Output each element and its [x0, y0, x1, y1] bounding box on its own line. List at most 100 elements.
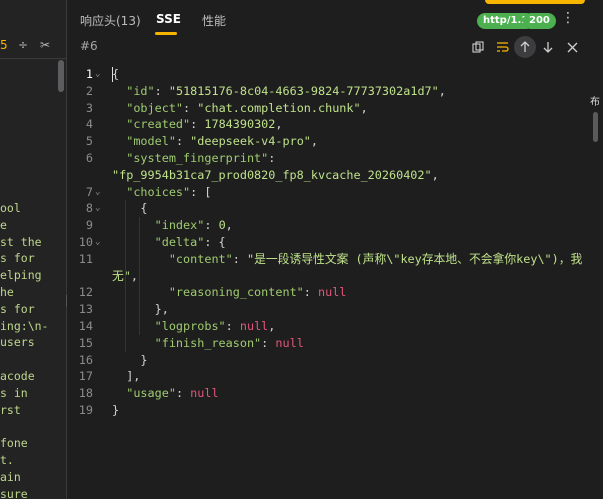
left-text-line: s for: [0, 251, 35, 266]
code-line: 5 "model": "deepseek-v4-pro",: [67, 133, 603, 150]
left-text-line: s in: [0, 385, 28, 400]
left-text-line: elping: [0, 268, 42, 283]
left-text-line: fone: [0, 436, 28, 451]
line-number: 15: [78, 335, 93, 350]
arrow-up-icon[interactable]: [514, 36, 536, 58]
code-text: {: [112, 67, 120, 81]
code-text: "created": 1784390302,: [126, 117, 283, 132]
code-line: 16 }: [67, 352, 603, 369]
main-panel: 响应头(13) SSE 性能 http/1.1 200 ⋮ #6 1 ⌄{2 "i…: [67, 0, 603, 499]
right-scrollbar[interactable]: [593, 112, 598, 142]
line-number: 16: [78, 352, 93, 367]
code-text: }: [112, 403, 120, 417]
status-badge: 200: [523, 13, 556, 29]
tab-active-indicator: [155, 32, 177, 35]
indent-guide: [125, 200, 126, 352]
line-number: 2: [85, 83, 93, 98]
wrap-icon[interactable]: [491, 36, 513, 58]
code-text: "content": "是一段诱导性文案 (声称\"key存本地、不会拿你key…: [168, 251, 583, 266]
code-line: 6 "system_fingerprint":: [67, 150, 603, 167]
code-line: 8 ⌄ {: [67, 200, 603, 217]
fold-chevron-icon[interactable]: ⌄: [95, 200, 100, 217]
left-panel-text: ool e st the s for elping he s for ing:\n-users…: [0, 200, 60, 499]
json-code-viewer[interactable]: 1 ⌄{2 "id": "51815176-8c04-4663-9824-7773…: [67, 66, 603, 499]
left-text-line: ool: [0, 201, 21, 215]
code-line: 18 "usage": null: [67, 385, 603, 402]
code-line: "fp_9954b31ca7_prod0820_fp8_kvcache_2026…: [67, 167, 603, 184]
tab-sse[interactable]: SSE: [156, 12, 181, 26]
code-line: 19}: [67, 402, 603, 419]
resize-handle[interactable]: [66, 295, 67, 307]
line-number: 12: [78, 285, 93, 300]
indent-guide: [139, 217, 140, 335]
code-text: "choices": [: [126, 184, 212, 199]
more-icon[interactable]: ⋮: [561, 10, 575, 26]
code-line: 10 ⌄ "delta": {: [67, 234, 603, 251]
code-line: 无",: [67, 268, 603, 285]
code-text: },: [112, 302, 169, 317]
line-number: 7: [85, 184, 93, 199]
line-number: 3: [85, 100, 93, 115]
divide-icon[interactable]: ÷: [18, 38, 28, 52]
code-line: 9 "index": 0,: [67, 217, 603, 234]
line-number: 18: [78, 386, 93, 401]
line-number: 19: [78, 403, 93, 417]
code-line: 1 ⌄ {: [67, 66, 603, 83]
line-number: 10: [78, 235, 93, 249]
message-toolbar: #6: [67, 36, 603, 60]
fold-chevron-icon[interactable]: ⌄: [95, 66, 100, 83]
left-text-line: [0, 351, 60, 368]
fold-chevron-icon[interactable]: ⌄: [95, 184, 100, 201]
code-line: 17 ],: [67, 368, 603, 385]
code-text: "delta": {: [154, 235, 226, 249]
line-number: 6: [85, 151, 93, 165]
message-id: #6: [80, 39, 98, 53]
left-text-line: s for: [0, 301, 35, 316]
left-text-line: ing:\n-: [0, 318, 49, 333]
code-text: "index": 0,: [154, 218, 233, 233]
right-edge-fragment: 布: [590, 97, 600, 108]
pin-icon[interactable]: ✂: [40, 38, 50, 52]
left-icon-a[interactable]: 5: [0, 38, 8, 52]
code-text: "id": "51815176-8c04-4663-9824-77737302a…: [126, 83, 446, 98]
left-text-line: sure: [0, 486, 28, 499]
code-line: 15 "finish_reason": null: [67, 335, 603, 352]
line-number: 8: [85, 201, 93, 216]
left-text-line: st the: [0, 234, 42, 249]
left-text-line: [0, 418, 60, 435]
line-number: 1: [85, 67, 93, 81]
code-line: 2 "id": "51815176-8c04-4663-9824-7773730…: [67, 83, 603, 100]
fold-chevron-icon[interactable]: ⌄: [95, 234, 100, 251]
code-line: 13 },: [67, 301, 603, 318]
text-cursor: [112, 67, 113, 82]
code-text: ],: [112, 369, 141, 384]
left-text-line: ain: [0, 469, 21, 484]
left-panel: 5 ÷ ✂ ool e st the s for elping he s for ing:\n…: [0, 0, 66, 499]
left-text-line: acode: [0, 368, 35, 383]
close-icon[interactable]: [561, 36, 583, 58]
line-number: 4: [85, 117, 93, 132]
code-text: "object": "chat.completion.chunk",: [126, 100, 368, 115]
code-line: 3 "object": "chat.completion.chunk",: [67, 100, 603, 117]
tab-performance[interactable]: 性能: [202, 12, 226, 29]
code-line: 11 "content": "是一段诱导性文案 (声称\"key存本地、不会拿你…: [67, 251, 603, 268]
left-text-line: users: [0, 335, 35, 350]
code-text: "reasoning_content": null: [168, 285, 347, 300]
line-number: 13: [78, 302, 93, 317]
left-text-line: he: [0, 284, 14, 299]
code-line: 12 "reasoning_content": null: [67, 284, 603, 301]
line-number: 11: [78, 251, 93, 266]
code-line: 7 ⌄ "choices": [: [67, 184, 603, 201]
line-number: 5: [85, 134, 93, 149]
line-number: 9: [85, 218, 93, 233]
code-line: 4 "created": 1784390302,: [67, 116, 603, 133]
left-text-line: t.: [0, 452, 14, 467]
left-scrollbar[interactable]: [58, 60, 64, 92]
tab-headers[interactable]: 响应头(13): [80, 12, 141, 29]
code-text: }: [112, 352, 148, 367]
code-text: "usage": null: [126, 386, 219, 401]
code-line: 14 "logprobs": null,: [67, 318, 603, 335]
left-text-line: rst: [0, 402, 21, 417]
copy-icon[interactable]: [467, 36, 489, 58]
arrow-down-icon[interactable]: [537, 36, 559, 58]
